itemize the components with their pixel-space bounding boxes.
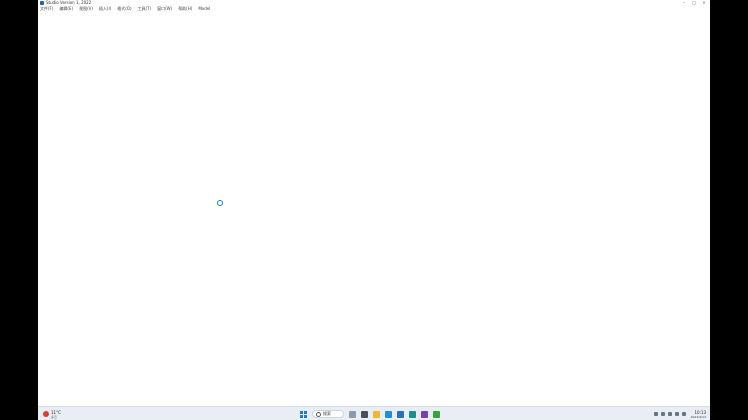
file-explorer-icon[interactable] <box>373 410 380 418</box>
taskbar-search[interactable]: 搜索 <box>312 410 344 418</box>
app-green-icon[interactable] <box>433 410 440 418</box>
document-canvas[interactable] <box>38 12 710 406</box>
start-icon[interactable] <box>300 410 307 418</box>
mountain-app-icon[interactable] <box>349 410 356 418</box>
weather-widget[interactable]: 11°C 多云 <box>43 408 61 420</box>
store-icon[interactable] <box>397 410 404 418</box>
clock[interactable]: 10:13 2022/4/14 <box>691 410 706 419</box>
app-purple-icon[interactable] <box>421 410 428 418</box>
chevron-up-icon[interactable] <box>653 412 658 416</box>
clock-date: 2022/4/14 <box>690 414 706 419</box>
network-icon[interactable] <box>660 412 665 416</box>
taskbar: 11°C 多云 搜索 10:13 2022/4/14 <box>38 406 710 420</box>
weather-icon <box>43 411 49 417</box>
weather-desc: 多云 <box>51 414 58 419</box>
app-icon <box>40 1 44 5</box>
system-tray: 10:13 2022/4/14 <box>653 408 706 420</box>
volume-icon[interactable] <box>674 412 679 416</box>
right-letterbox <box>710 0 748 420</box>
busy-cursor-icon <box>217 200 223 206</box>
browser-icon[interactable] <box>385 410 392 418</box>
app-teal-icon[interactable] <box>409 410 416 418</box>
search-label: 搜索 <box>323 411 331 416</box>
wifi-icon[interactable] <box>667 412 672 416</box>
search-icon <box>316 411 321 417</box>
taskbar-center: 搜索 <box>300 409 440 419</box>
left-letterbox <box>0 0 38 420</box>
task-view-icon[interactable] <box>361 410 368 418</box>
desktop-screen: Studio Version 1, 2022 – □ × 文件(F) 编辑(E)… <box>38 0 710 420</box>
ime-icon[interactable] <box>681 412 686 416</box>
